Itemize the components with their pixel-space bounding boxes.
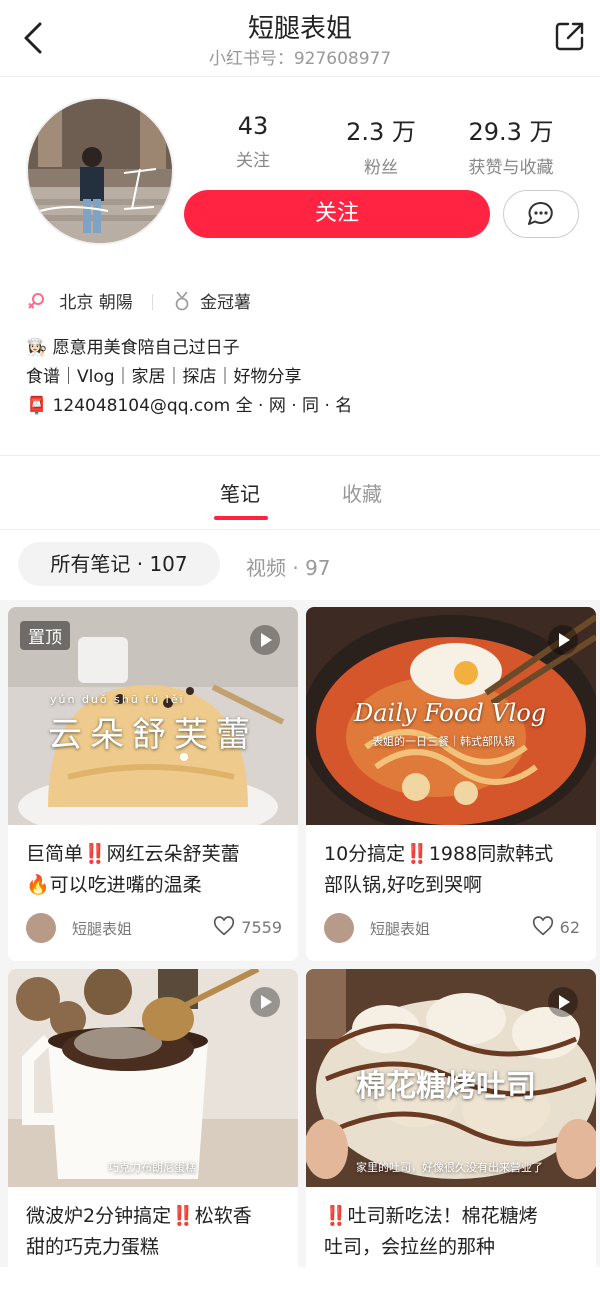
tab-notes[interactable]: 笔记 bbox=[220, 478, 260, 507]
stat-followers[interactable]: 2.3 万 粉丝 bbox=[316, 112, 446, 178]
note-cover: Daily Food Vlog 表姐的一日三餐｜韩式部队锅 bbox=[306, 607, 596, 825]
stat-number: 29.3 万 bbox=[468, 118, 554, 146]
bio-line: 📮 124048104@qq.com 全 · 网 · 同 · 名 bbox=[26, 396, 353, 416]
stat-number: 2.3 万 bbox=[346, 118, 416, 146]
bio-line: 食谱｜Vlog｜家居｜探店｜好物分享 bbox=[26, 367, 302, 387]
note-title-line: 甜的巧克力蛋糕 bbox=[26, 1236, 160, 1258]
tab-favorites[interactable]: 收藏 bbox=[342, 478, 382, 507]
note-title-line: 吐司，会拉丝的那种 bbox=[324, 1236, 496, 1258]
medal-icon bbox=[175, 291, 188, 311]
note-title-line: 10分搞定‼️1988同款韩式 bbox=[324, 843, 554, 865]
filter-all-notes[interactable]: 所有笔记 · 107 bbox=[18, 542, 220, 586]
page-title: 短腿表姐 bbox=[247, 14, 352, 44]
note-cover: 置顶 yún duǒ shū fú lěi 云朵舒芙蕾 bbox=[8, 607, 298, 825]
note-cover: 棉花糖烤吐司 家里的吐司，好像很久没有出来营业了 bbox=[306, 969, 596, 1187]
follow-button[interactable]: 关注 bbox=[184, 190, 490, 238]
content-tabs: 笔记 收藏 bbox=[0, 456, 600, 530]
play-icon bbox=[250, 625, 280, 655]
message-button[interactable] bbox=[503, 190, 579, 238]
note-title-line: 部队锅,好吃到哭啊 bbox=[324, 874, 483, 896]
badge-text: 金冠薯 bbox=[200, 293, 252, 313]
note-title-line: 微波炉2分钟搞定‼️松软香 bbox=[26, 1205, 252, 1227]
female-icon bbox=[28, 293, 44, 309]
cover-title: 棉花糖烤吐司 bbox=[356, 1069, 536, 1104]
note-title-line: 🔥可以吃进嘴的温柔 bbox=[26, 874, 202, 896]
like-count: 7559 bbox=[241, 918, 282, 937]
note-title: 微波炉2分钟搞定‼️松软香 甜的巧克力蛋糕 bbox=[26, 1201, 286, 1263]
stat-label: 关注 bbox=[236, 151, 270, 171]
author-avatar[interactable] bbox=[26, 913, 56, 943]
note-title-line: 巨简单‼️网红云朵舒芙蕾 bbox=[26, 843, 240, 865]
like-count: 62 bbox=[559, 918, 580, 937]
stat-number: 43 bbox=[237, 112, 269, 140]
note-title: ‼️吐司新吃法！棉花糖烤 吐司，会拉丝的那种 bbox=[324, 1201, 584, 1263]
stat-label: 获赞与收藏 bbox=[468, 158, 554, 178]
note-title: 巨简单‼️网红云朵舒芙蕾 🔥可以吃进嘴的温柔 bbox=[26, 839, 286, 901]
author-name[interactable]: 短腿表姐 bbox=[370, 918, 430, 939]
like-button[interactable]: 7559 bbox=[213, 916, 282, 938]
filter-videos[interactable]: 视频 · 97 bbox=[246, 552, 331, 581]
note-cover: 巧克力布朗尼蛋糕 bbox=[8, 969, 298, 1187]
notes-grid: 置顶 yún duǒ shū fú lěi 云朵舒芙蕾 巨简单‼️网红云朵舒芙蕾… bbox=[0, 600, 600, 1289]
account-id: 小红书号：927608977 bbox=[208, 49, 392, 69]
note-footer: 短腿表姐 7559 bbox=[26, 913, 282, 943]
note-card[interactable]: 巧克力布朗尼蛋糕 微波炉2分钟搞定‼️松软香 甜的巧克力蛋糕 bbox=[8, 969, 298, 1289]
profile-meta: 北京 朝陽 金冠薯 bbox=[26, 288, 251, 313]
pinned-badge: 置顶 bbox=[20, 621, 70, 650]
cover-pinyin: yún duǒ shū fú lěi bbox=[50, 693, 185, 706]
cover-subtitle: 表姐的一日三餐｜韩式部队锅 bbox=[372, 735, 515, 748]
divider bbox=[152, 294, 154, 310]
like-button[interactable]: 62 bbox=[532, 916, 580, 938]
note-card[interactable]: Daily Food Vlog 表姐的一日三餐｜韩式部队锅 10分搞定‼️198… bbox=[306, 607, 596, 961]
heart-icon bbox=[214, 916, 235, 936]
location-text: 北京 朝陽 bbox=[59, 293, 133, 313]
top-bar: 短腿表姐 小红书号：927608977 bbox=[0, 0, 600, 76]
author-name[interactable]: 短腿表姐 bbox=[72, 918, 132, 939]
note-title: 10分搞定‼️1988同款韩式 部队锅,好吃到哭啊 bbox=[324, 839, 584, 901]
stat-likes-collects[interactable]: 29.3 万 获赞与收藏 bbox=[446, 112, 576, 178]
stat-label: 粉丝 bbox=[364, 158, 398, 178]
avatar[interactable] bbox=[26, 97, 174, 245]
note-filters: 所有笔记 · 107 视频 · 97 bbox=[0, 530, 600, 600]
active-tab-indicator bbox=[214, 516, 268, 520]
heart-icon bbox=[532, 916, 553, 936]
profile-bio: 👩🏻‍🍳 愿意用美食陪自己过日子 食谱｜Vlog｜家居｜探店｜好物分享 📮 12… bbox=[26, 334, 352, 421]
cover-subtitle: 家里的吐司，好像很久没有出来营业了 bbox=[356, 1161, 543, 1174]
stat-following[interactable]: 43 关注 bbox=[188, 112, 318, 171]
author-avatar[interactable] bbox=[324, 913, 354, 943]
divider bbox=[0, 76, 600, 77]
note-card[interactable]: 置顶 yún duǒ shū fú lěi 云朵舒芙蕾 巨简单‼️网红云朵舒芙蕾… bbox=[8, 607, 298, 961]
cover-subtitle: 巧克力布朗尼蛋糕 bbox=[108, 1161, 196, 1174]
chat-icon bbox=[528, 201, 553, 225]
play-icon bbox=[548, 987, 578, 1017]
play-icon bbox=[548, 625, 578, 655]
profile-stats: 43 关注 2.3 万 粉丝 29.3 万 获赞与收藏 bbox=[184, 112, 584, 182]
play-icon bbox=[250, 987, 280, 1017]
cover-title: Daily Food Vlog bbox=[354, 699, 547, 727]
bio-line: 👩🏻‍🍳 愿意用美食陪自己过日子 bbox=[26, 338, 240, 358]
share-icon[interactable] bbox=[554, 20, 586, 52]
cover-title: 云朵舒芙蕾 bbox=[48, 715, 258, 755]
note-footer: 短腿表姐 62 bbox=[324, 913, 580, 943]
note-card[interactable]: 棉花糖烤吐司 家里的吐司，好像很久没有出来营业了 ‼️吐司新吃法！棉花糖烤 吐司… bbox=[306, 969, 596, 1289]
note-title-line: ‼️吐司新吃法！棉花糖烤 bbox=[324, 1205, 538, 1227]
